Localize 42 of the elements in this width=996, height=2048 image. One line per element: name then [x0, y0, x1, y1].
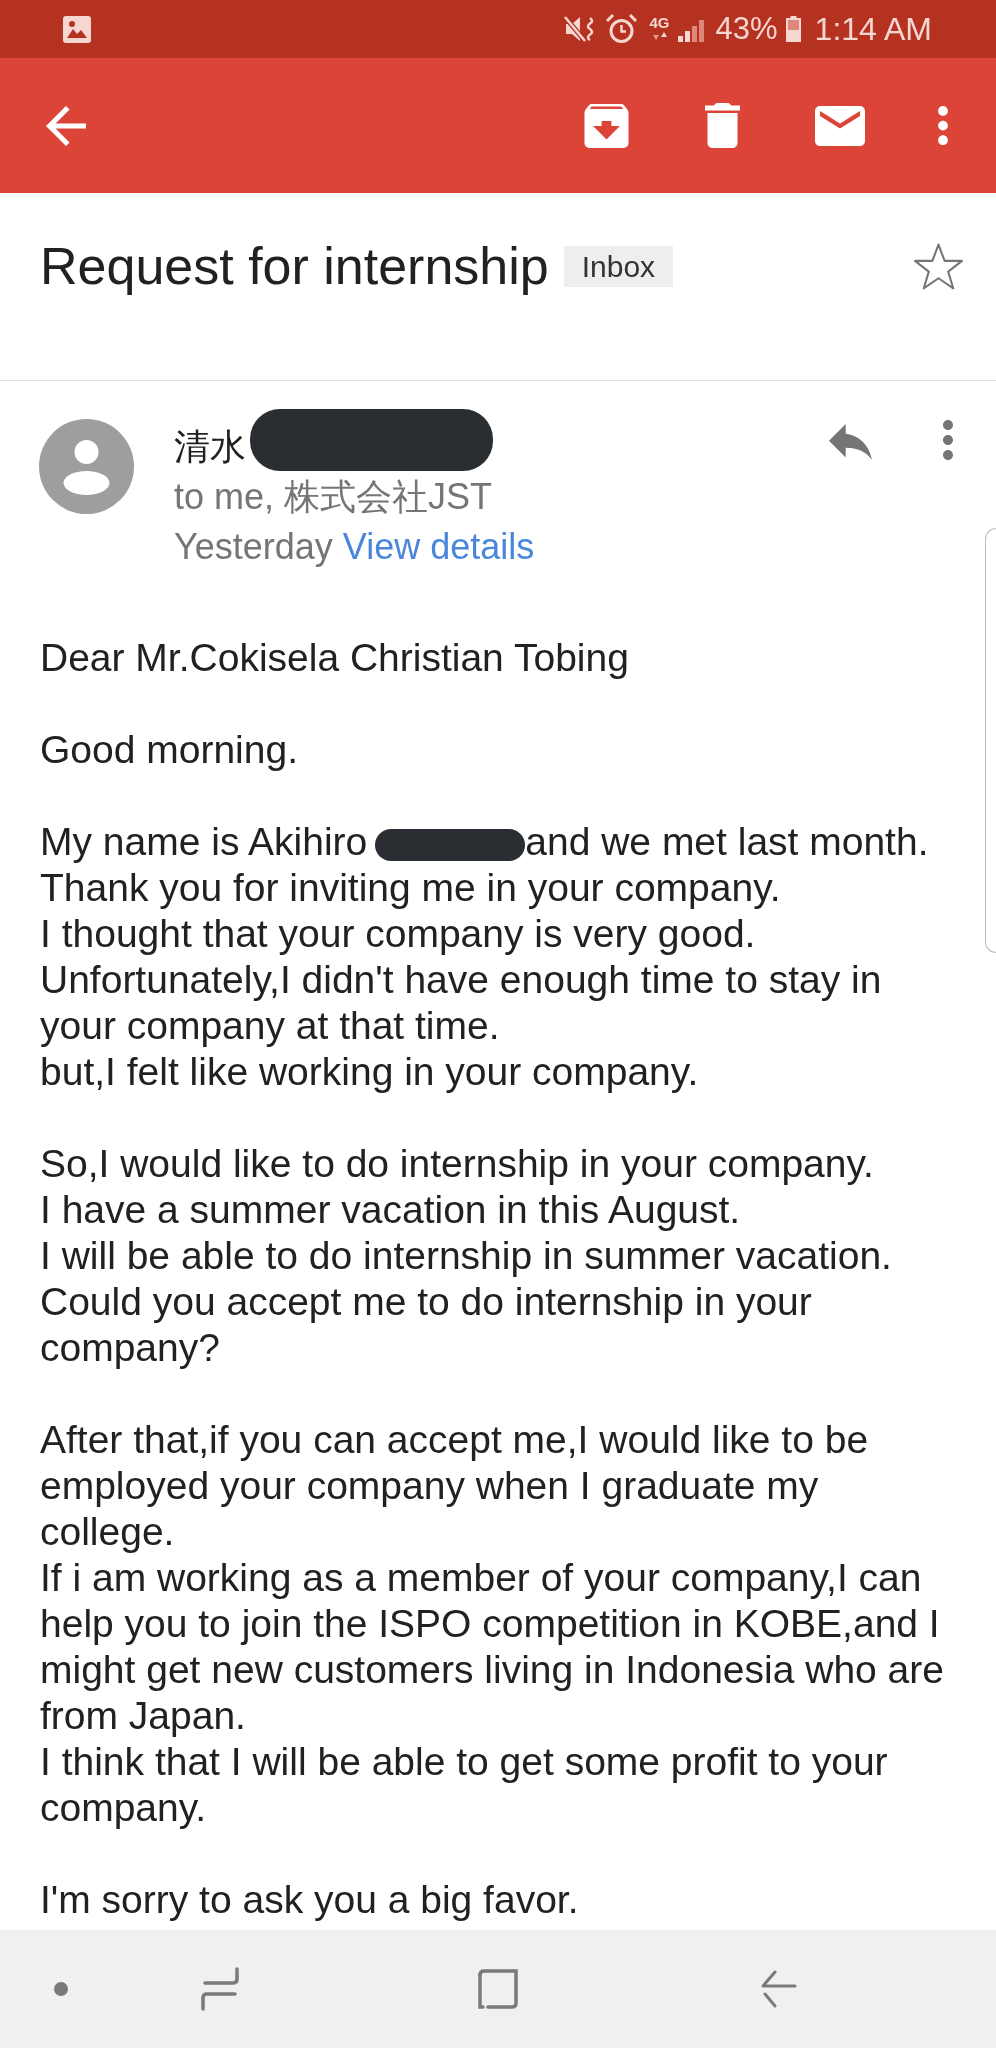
- body-text: My name is Akihiro: [40, 820, 368, 863]
- image-icon: [63, 15, 91, 43]
- body-text: I will be able to do internship in summer vacation.: [40, 1233, 893, 1279]
- view-details-link[interactable]: View details: [342, 522, 535, 572]
- battery-icon: [785, 16, 801, 42]
- alarm-clock-icon: [605, 14, 637, 44]
- clock-time: 1:14 AM: [814, 11, 932, 47]
- battery-percentage: 43%: [715, 12, 778, 46]
- dot-icon[interactable]: [54, 1982, 68, 1996]
- body-text: So,I would like to do internship in your company.: [40, 1141, 875, 1187]
- body-text: Thank you for inviting me in your company.: [40, 865, 782, 911]
- back-arrow-icon[interactable]: [46, 105, 86, 146]
- recent-apps-icon[interactable]: [200, 1967, 240, 2011]
- square-icon[interactable]: [478, 1969, 518, 2009]
- avatar-icon: [39, 419, 134, 514]
- more-options-icon[interactable]: [942, 420, 954, 460]
- body-text: I thought that your company is very good.: [40, 911, 757, 957]
- mail-envelope-icon[interactable]: [815, 105, 865, 146]
- network-type-label: 4G: [649, 15, 670, 31]
- body-text: Dear Mr.Cokisela Christian Tobing: [40, 635, 630, 681]
- body-text: I'm sorry to ask you a big favor.: [40, 1877, 580, 1923]
- recipients-text: to me, 株式会社JST: [174, 475, 494, 519]
- body-text: Could you accept me to do internship in your company?: [40, 1279, 813, 1371]
- email-subject: Request for internship: [40, 236, 549, 296]
- body-text: Unfortunately,I didn't have enough time to stay in your company at that time.: [40, 957, 883, 1049]
- trash-icon[interactable]: [705, 103, 740, 148]
- signal-bars-icon: [677, 20, 706, 42]
- body-text: and we met last month.: [525, 820, 929, 863]
- body-text: I have a summer vacation in this August.: [40, 1187, 742, 1233]
- star-icon[interactable]: [914, 242, 963, 290]
- more-options-icon[interactable]: [937, 106, 949, 145]
- body-text: Good morning.: [40, 727, 299, 773]
- body-text: but,I felt like working in your company.: [40, 1049, 700, 1095]
- body-text: I think that I will be able to get some profit to your company.: [40, 1739, 889, 1831]
- date-text: Yesterday: [174, 525, 333, 569]
- body-text: After that,if you can accept me,I would like to be employed your company when I graduate my college.: [40, 1417, 870, 1555]
- inbox-label: Inbox: [563, 245, 674, 287]
- reply-icon[interactable]: [829, 424, 872, 460]
- data-activity-icon: [651, 31, 668, 41]
- archive-icon[interactable]: [584, 103, 629, 148]
- sender-name: 清水: [174, 425, 246, 469]
- body-text: If i am working as a member of your company,I can help you to join the ISPO competition in KOBE,and I might get new customers living in Indonesia who are from Japan.: [40, 1555, 945, 1739]
